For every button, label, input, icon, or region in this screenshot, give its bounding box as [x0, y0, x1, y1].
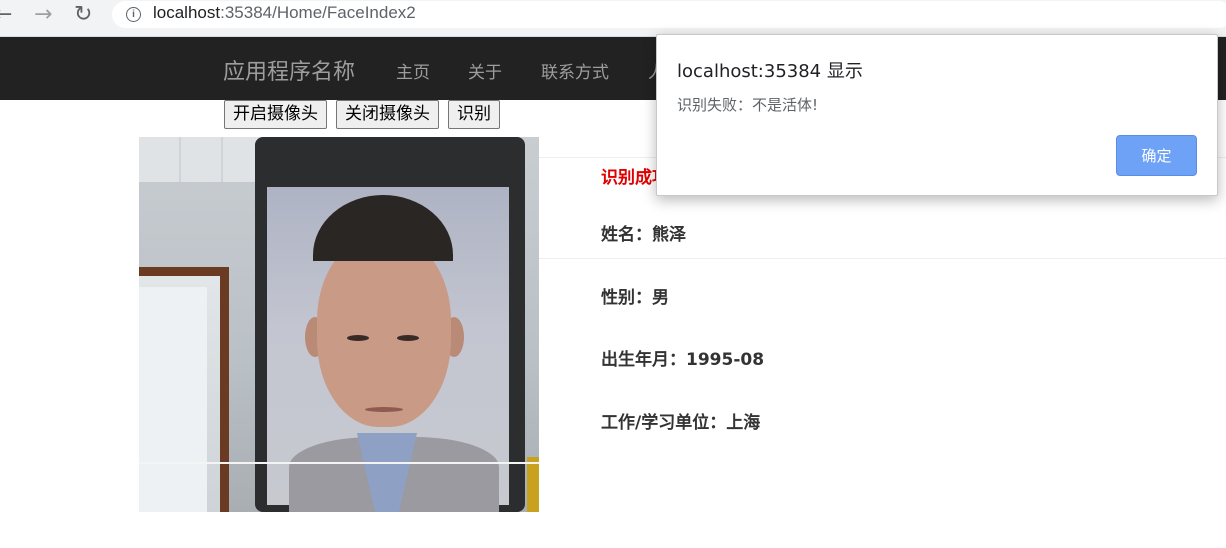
- url-host: localhost: [153, 3, 221, 22]
- arrow-left-icon[interactable]: ←: [0, 3, 12, 27]
- app-brand[interactable]: 应用程序名称: [223, 54, 355, 86]
- face: [317, 237, 451, 427]
- nav-link-contact[interactable]: 联系方式: [541, 58, 609, 83]
- work-field: 工作/学习单位：上海: [601, 413, 761, 433]
- ok-button[interactable]: 确定: [1116, 135, 1197, 176]
- birth-field: 出生年月：1995-08: [601, 350, 765, 370]
- door-panel: [139, 287, 207, 512]
- recognize-button[interactable]: 识别: [448, 100, 500, 129]
- dialog-message: 识别失败：不是活体!: [677, 96, 819, 114]
- browser-address-bar: ← → ↻ i localhost:35384/Home/FaceIndex2: [0, 0, 1226, 37]
- info-icon[interactable]: i: [126, 7, 141, 22]
- url-field[interactable]: i localhost:35384/Home/FaceIndex2: [112, 1, 1226, 28]
- name-field: 姓名：熊泽: [601, 225, 686, 245]
- alert-dialog: localhost:35384 显示 识别失败：不是活体! 确定: [656, 34, 1218, 196]
- reload-icon[interactable]: ↻: [74, 3, 92, 27]
- ceiling-tiles: [139, 137, 269, 182]
- divider-middle: [539, 258, 1226, 259]
- scan-line: [139, 462, 539, 464]
- url-path: :35384/Home/FaceIndex2: [220, 3, 416, 22]
- nav-link-about[interactable]: 关于: [468, 58, 502, 83]
- close-camera-button[interactable]: 关闭摄像头: [336, 100, 439, 129]
- url-text: localhost:35384/Home/FaceIndex2: [153, 3, 416, 23]
- nav-link-home[interactable]: 主页: [396, 58, 430, 83]
- yellow-object: [527, 457, 539, 512]
- dialog-title: localhost:35384 显示: [677, 61, 863, 82]
- right-eye: [397, 335, 419, 341]
- mouth: [365, 407, 403, 412]
- gender-field: 性别：男: [601, 288, 669, 308]
- arrow-right-icon[interactable]: →: [34, 3, 52, 27]
- camera-feed: [139, 137, 539, 512]
- left-eye: [347, 335, 369, 341]
- open-camera-button[interactable]: 开启摄像头: [224, 100, 327, 129]
